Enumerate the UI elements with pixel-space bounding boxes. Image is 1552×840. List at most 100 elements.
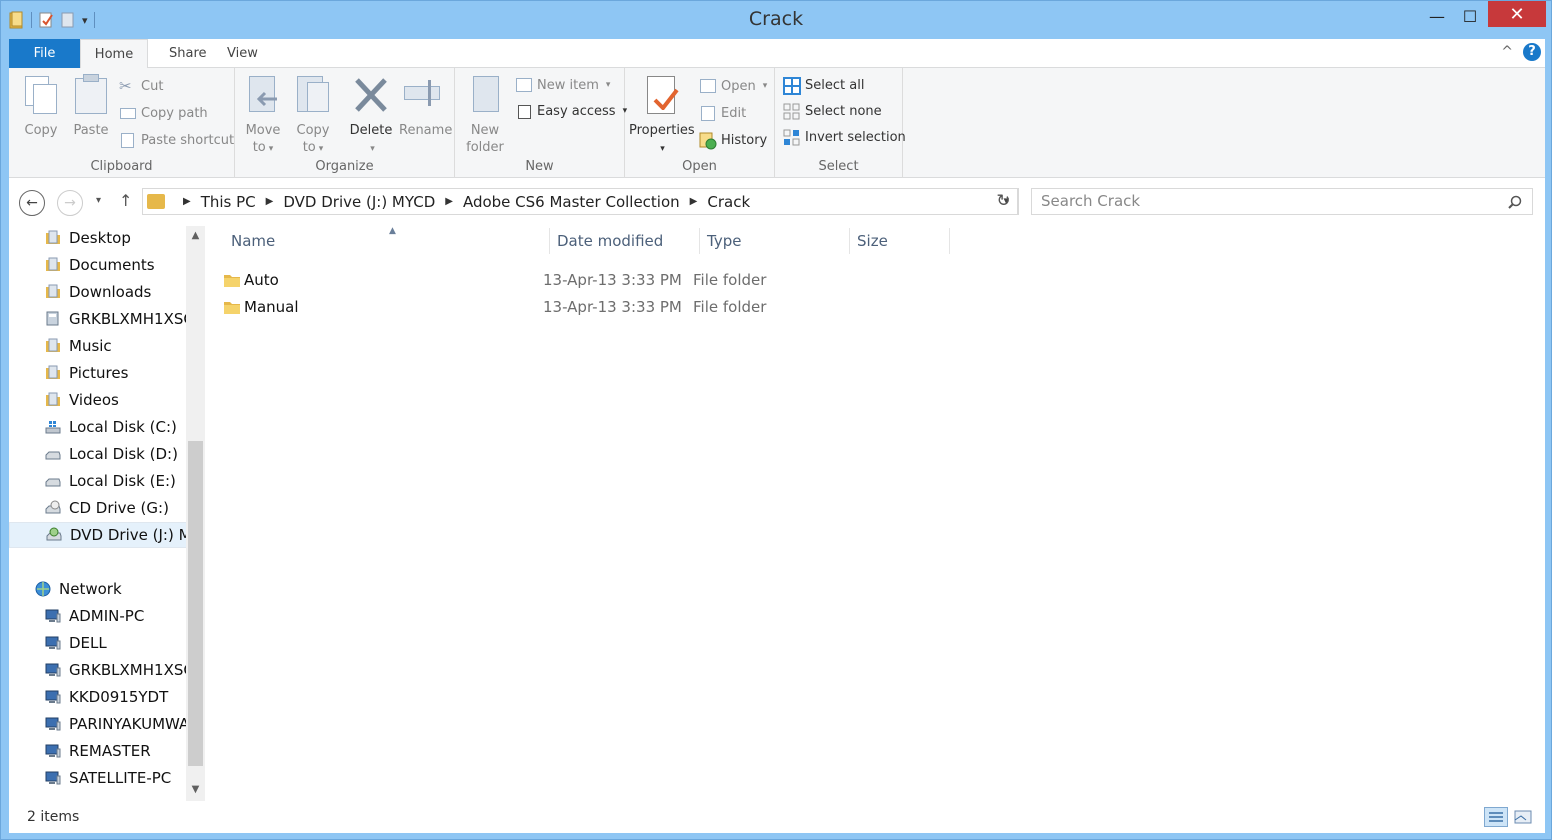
maximize-button[interactable]: ☐ (1456, 1, 1484, 31)
address-bar[interactable]: ▶ This PC ▶ DVD Drive (J:) MYCD ▶ Adobe … (142, 188, 1018, 215)
select-none-button[interactable]: Select none (783, 100, 882, 122)
column-header-size[interactable]: Size (857, 232, 888, 252)
nav-item-computer-kkd0915ydt[interactable]: KKD0915YDT (9, 684, 187, 710)
nav-item-local-disk-e[interactable]: Local Disk (E:) (9, 468, 187, 494)
nav-item-grkblxmh1xsgc[interactable]: GRKBLXMH1XSGC (9, 306, 187, 332)
column-header-name[interactable]: Name (231, 232, 275, 252)
nav-item-computer-remaster[interactable]: REMASTER (9, 738, 187, 764)
nav-item-downloads[interactable]: Downloads (9, 279, 187, 305)
nav-item-computer-dell[interactable]: DELL (9, 630, 187, 656)
nav-item-local-disk-d[interactable]: Local Disk (D:) (9, 441, 187, 467)
copy-to-icon (295, 74, 331, 116)
column-divider[interactable] (849, 228, 850, 254)
easy-access-icon (515, 103, 533, 119)
scroll-down-icon[interactable]: ▼ (186, 784, 205, 795)
file-date-modified: 13-Apr-13 3:33 PM (543, 298, 682, 316)
easy-access-button[interactable]: Easy access ▾ (515, 100, 627, 122)
nav-item-videos[interactable]: Videos (9, 387, 187, 413)
cut-button[interactable]: ✂ Cut (119, 75, 163, 97)
nav-item-computer-parinyakumwang[interactable]: PARINYAKUMWANG (9, 711, 187, 737)
breadcrumb-this-pc[interactable]: This PC (201, 193, 256, 211)
new-group: New folder New item ▾ Easy access ▾ New (455, 68, 627, 178)
delete-button[interactable]: Delete ▾ (349, 74, 393, 158)
select-all-button[interactable]: Select all (783, 74, 864, 96)
open-button[interactable]: Open ▾ (699, 75, 767, 97)
nav-item-desktop[interactable]: Desktop (9, 226, 187, 251)
tab-share[interactable]: Share (155, 39, 221, 68)
nav-item-label: Videos (69, 391, 119, 409)
delete-x-icon (353, 74, 389, 116)
details-view-button[interactable] (1484, 807, 1508, 827)
invert-selection-button[interactable]: Invert selection (783, 126, 906, 148)
collapse-ribbon-icon[interactable]: ^ (1501, 44, 1513, 60)
nav-item-dvd-drive-j-mycd[interactable]: DVD Drive (J:) MYCD (9, 522, 187, 548)
navigation-pane-scrollbar[interactable]: ▲ ▼ (186, 226, 205, 801)
nav-item-label: PARINYAKUMWANG (69, 715, 187, 733)
search-icon[interactable] (1508, 193, 1522, 218)
breadcrumb-separator-icon[interactable]: ▶ (445, 196, 453, 207)
paste-icon (73, 74, 109, 116)
new-folder-button[interactable]: New folder (463, 74, 507, 156)
column-header-date-modified[interactable]: Date modified (557, 232, 663, 252)
nav-item-local-disk-c[interactable]: Local Disk (C:) (9, 414, 187, 440)
search-input[interactable]: Search Crack (1031, 188, 1533, 215)
breadcrumb-crack[interactable]: Crack (707, 193, 750, 211)
nav-item-computer-admin-pc[interactable]: ADMIN-PC (9, 603, 187, 629)
file-row[interactable]: Manual 13-Apr-13 3:33 PM File folder (223, 294, 823, 320)
nav-item-pictures[interactable]: Pictures (9, 360, 187, 386)
disk-icon (45, 446, 61, 462)
cd-drive-icon (45, 500, 61, 516)
scrollbar-thumb[interactable] (188, 441, 203, 766)
navigation-bar: ← → ▾ ↑ ▶ This PC ▶ DVD Drive (J:) MYCD … (9, 178, 1545, 226)
tab-home[interactable]: Home (80, 39, 148, 69)
edit-button[interactable]: Edit (699, 102, 746, 124)
disk-icon (45, 473, 61, 489)
nav-item-computer-grkblxmh1xsgc[interactable]: GRKBLXMH1XSGC (9, 657, 187, 683)
move-to-button[interactable]: Move to ▾ (243, 74, 283, 158)
close-button[interactable]: ✕ (1488, 1, 1546, 27)
paste-shortcut-button[interactable]: Paste shortcut (119, 129, 234, 151)
breadcrumb-dvd-drive[interactable]: DVD Drive (J:) MYCD (283, 193, 435, 211)
rename-button[interactable]: Rename (399, 74, 452, 139)
help-icon[interactable]: ? (1523, 43, 1541, 61)
rename-icon (404, 74, 440, 116)
minimize-button[interactable]: — (1423, 1, 1451, 31)
nav-item-documents[interactable]: Documents (9, 252, 187, 278)
nav-item-label: GRKBLXMH1XSGC (69, 310, 187, 328)
properties-button[interactable]: Properties ▾ (629, 74, 695, 158)
nav-item-label: Local Disk (D:) (69, 445, 178, 463)
copy-icon (23, 74, 59, 116)
forward-button[interactable]: → (57, 190, 83, 216)
column-header-type[interactable]: Type (707, 232, 741, 252)
breadcrumb-adobe-cs6[interactable]: Adobe CS6 Master Collection (463, 193, 680, 211)
column-divider[interactable] (699, 228, 700, 254)
scroll-up-icon[interactable]: ▲ (186, 230, 205, 241)
recent-locations-dropdown[interactable]: ▾ (96, 195, 101, 206)
history-button[interactable]: History (699, 129, 767, 151)
nav-item-cd-drive-g[interactable]: CD Drive (G:) (9, 495, 187, 521)
breadcrumb-separator-icon[interactable]: ▶ (183, 196, 191, 207)
nav-item-network[interactable]: Network (9, 576, 187, 602)
breadcrumb-separator-icon[interactable]: ▶ (266, 196, 274, 207)
large-icons-view-button[interactable] (1511, 807, 1535, 827)
tab-view[interactable]: View (213, 39, 272, 68)
copy-to-button[interactable]: Copy to ▾ (293, 74, 333, 158)
nav-item-computer-satellite-pc[interactable]: SATELLITE-PC (9, 765, 187, 791)
videos-folder-icon (45, 392, 61, 408)
copy-path-button[interactable]: Copy path (119, 102, 208, 124)
copy-button[interactable]: Copy (21, 74, 61, 139)
column-divider[interactable] (549, 228, 550, 254)
file-row[interactable]: Auto 13-Apr-13 3:33 PM File folder (223, 267, 823, 293)
nav-item-music[interactable]: Music (9, 333, 187, 359)
tab-file[interactable]: File (9, 39, 80, 68)
up-button[interactable]: ↑ (119, 191, 132, 210)
new-item-button[interactable]: New item ▾ (515, 74, 610, 96)
select-group: Select all Select none Invert selection … (775, 68, 906, 178)
file-type: File folder (693, 271, 767, 289)
refresh-button[interactable]: ↻ (989, 188, 1019, 215)
breadcrumb-separator-icon[interactable]: ▶ (690, 196, 698, 207)
column-divider[interactable] (949, 228, 950, 254)
paste-button[interactable]: Paste (71, 74, 111, 139)
dvd-drive-icon (46, 527, 62, 543)
back-button[interactable]: ← (19, 190, 45, 216)
